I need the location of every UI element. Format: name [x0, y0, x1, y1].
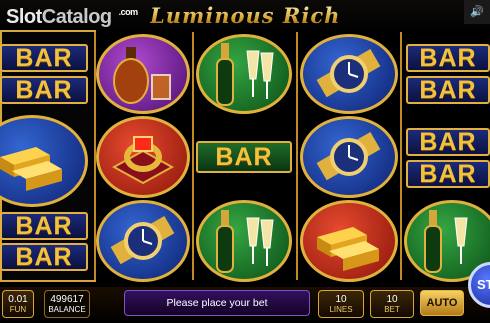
lines-label: LINES: [329, 305, 353, 314]
brand-part1: Slot: [6, 6, 42, 28]
bar-symbol: BAR: [0, 243, 88, 271]
watch-symbol: [300, 34, 398, 114]
watch-symbol: [96, 200, 190, 282]
champagne-symbol: [196, 34, 292, 114]
watch-symbol: [300, 116, 398, 198]
brand-suffix: .com: [118, 7, 139, 17]
game-title: Luminous Rich: [150, 3, 341, 28]
bar-symbol: BAR: [0, 44, 88, 72]
watch-icon: [303, 37, 395, 111]
balance-value: 499617: [50, 294, 84, 305]
gold-bars-symbol: [300, 200, 398, 282]
gold-bars-icon: [303, 203, 395, 279]
coin-value-label: FUN: [9, 305, 27, 314]
watch-icon: [99, 203, 187, 279]
gold-bars-symbol: [0, 115, 88, 207]
top-bar: SlotCatalog .com Luminous Rich 🔊: [0, 0, 490, 34]
coin-value: 0.01: [8, 294, 28, 305]
cognac-icon: [99, 37, 187, 111]
brand-logo: SlotCatalog .com: [6, 6, 138, 29]
champagne-icon: [199, 37, 289, 111]
bar-symbol: BAR: [406, 160, 490, 188]
gold-bars-icon: [0, 118, 85, 204]
status-message: Please place your bet: [124, 290, 310, 316]
bet-button[interactable]: 10 BET: [370, 290, 414, 318]
champagne-symbol: [196, 200, 292, 282]
bar-symbol: BAR: [0, 212, 88, 240]
ring-symbol: [96, 116, 190, 198]
reel-divider: [296, 32, 298, 280]
champagne-icon: [199, 203, 289, 279]
watch-icon: [303, 119, 395, 195]
reel-divider: [400, 32, 402, 280]
bar-symbol: BAR: [406, 44, 490, 72]
bet-value: 10: [386, 294, 398, 305]
bar-symbol: BAR: [406, 128, 490, 156]
bar-symbol: BAR: [196, 141, 292, 173]
balance-label: BALANCE: [48, 305, 86, 314]
ring-icon: [99, 119, 187, 195]
bet-label: BET: [384, 305, 400, 314]
bar-symbol: BAR: [0, 76, 88, 104]
lines-button[interactable]: 10 LINES: [318, 290, 364, 318]
reel-divider: [192, 32, 194, 280]
coin-value-button[interactable]: 0.01 FUN: [2, 290, 34, 318]
bar-symbol: BAR: [406, 76, 490, 104]
auto-button[interactable]: AUTO: [420, 290, 464, 316]
cognac-symbol: [96, 34, 190, 114]
speaker-icon[interactable]: 🔊: [464, 0, 490, 24]
brand-part2: Catalog: [41, 6, 112, 28]
lines-value: 10: [335, 294, 347, 305]
balance-display: 499617 BALANCE: [44, 290, 90, 318]
